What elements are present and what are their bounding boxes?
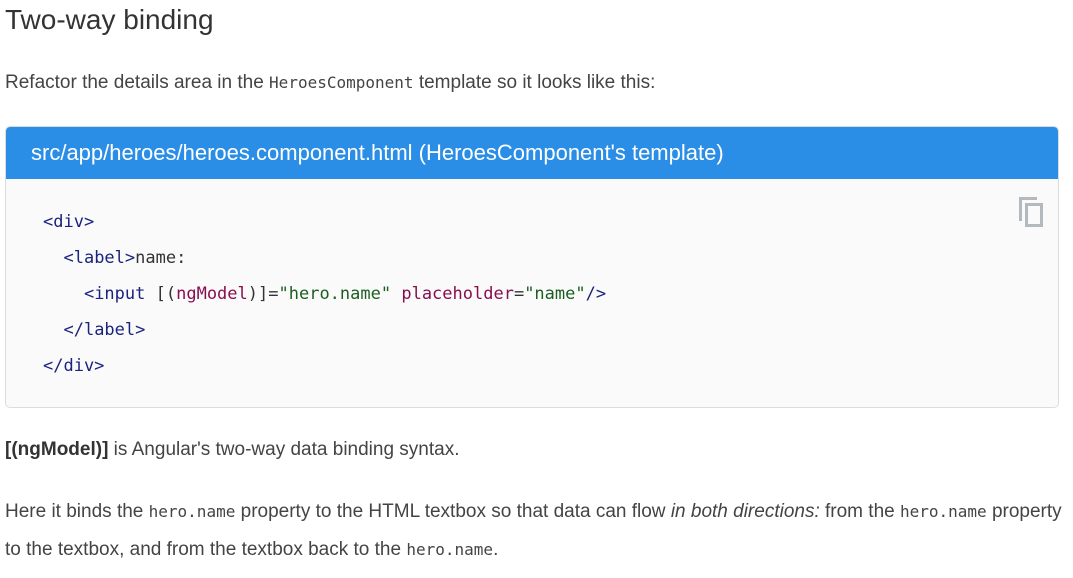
code-line-2: <label>name: bbox=[63, 248, 187, 268]
inline-code-hero-name-1: hero.name bbox=[148, 502, 236, 521]
intro-paragraph: Refactor the details area in the HeroesC… bbox=[5, 70, 655, 96]
intro-text-before: Refactor the details area in the bbox=[5, 72, 270, 93]
binding-note-text: is Angular's two-way data binding syntax… bbox=[108, 439, 460, 460]
code-example-title: src/app/heroes/heroes.component.html (He… bbox=[6, 127, 1058, 179]
code-example-box: src/app/heroes/heroes.component.html (He… bbox=[5, 126, 1059, 408]
binding-note: [(ngModel)] is Angular's two-way data bi… bbox=[5, 437, 460, 463]
explanation-text-2: property to the HTML textbox so that dat… bbox=[235, 501, 671, 522]
code-line-1: <div> bbox=[43, 212, 95, 232]
emphasis-both-directions: in both directions: bbox=[670, 501, 820, 522]
explanation-text-3: from the bbox=[819, 501, 900, 522]
explanation-text-5: . bbox=[493, 539, 499, 560]
inline-code-heroescomponent: HeroesComponent bbox=[269, 73, 414, 92]
ngmodel-bold: [(ngModel)] bbox=[5, 439, 109, 460]
inline-code-hero-name-2: hero.name bbox=[899, 502, 987, 521]
explanation-paragraph: Here it binds the hero.name property to … bbox=[5, 493, 1065, 569]
copy-button[interactable] bbox=[1015, 193, 1047, 229]
section-heading: Two-way binding bbox=[5, 4, 214, 35]
intro-text-after: template so it looks like this: bbox=[413, 72, 656, 93]
copy-icon bbox=[1019, 197, 1043, 227]
code-line-3: <input [(ngModel)]="hero.name" placehold… bbox=[83, 284, 607, 304]
inline-code-hero-name-3: hero.name bbox=[406, 540, 494, 559]
code-block: <div> <label>name: <input [(ngModel)]="h… bbox=[43, 204, 606, 384]
code-line-5: </div> bbox=[43, 356, 105, 376]
code-line-4: </label> bbox=[63, 320, 146, 340]
explanation-text-1: Here it binds the bbox=[5, 501, 149, 522]
